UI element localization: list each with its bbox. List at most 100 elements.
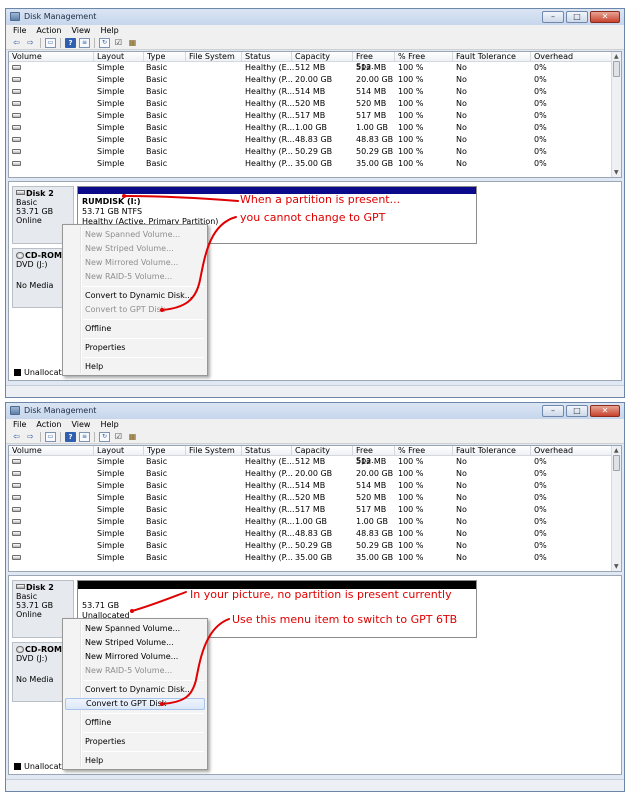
- cell-layout: Simple: [97, 481, 125, 490]
- minimize-button[interactable]: –: [542, 11, 564, 23]
- col-overhead[interactable]: Overhead: [531, 52, 613, 62]
- status-bar: [6, 779, 624, 791]
- help-icon[interactable]: ?: [65, 37, 76, 48]
- forward-arrow-icon[interactable]: ⇨: [25, 38, 36, 48]
- properties-list-icon[interactable]: ≡: [79, 37, 90, 48]
- col-status[interactable]: Status: [242, 52, 292, 62]
- cell-fault: No: [456, 159, 467, 168]
- volume-list: Volume Layout Type File System Status Ca…: [8, 445, 622, 572]
- menu-item-new-mirrored-volume[interactable]: New Mirrored Volume...: [65, 651, 205, 663]
- menu-item-properties[interactable]: Properties: [65, 736, 205, 748]
- col-overhead[interactable]: Overhead: [531, 446, 613, 456]
- refresh-icon[interactable]: ↻: [99, 431, 110, 442]
- window-title: Disk Management: [24, 406, 97, 415]
- menu-view[interactable]: View: [71, 419, 90, 430]
- menu-item-convert-to-dynamic[interactable]: Convert to Dynamic Disk...: [65, 290, 205, 302]
- volume-list-scrollbar[interactable]: ▲ ▼: [611, 52, 621, 177]
- maximize-button[interactable]: □: [566, 11, 588, 23]
- col-volume[interactable]: Volume: [9, 52, 94, 62]
- settings-grid-icon[interactable]: ▦: [127, 38, 138, 48]
- menu-item-offline[interactable]: Offline: [65, 323, 205, 335]
- help-icon[interactable]: ?: [65, 431, 76, 442]
- cell-free: 514 MB: [356, 481, 387, 490]
- col-pct-free[interactable]: % Free: [395, 52, 453, 62]
- drive-icon: [12, 65, 21, 70]
- settings-grid-icon[interactable]: ▦: [127, 432, 138, 442]
- cell-capacity: 517 MB: [295, 505, 326, 514]
- console-tree-icon[interactable]: ▭: [45, 37, 56, 48]
- menu-help[interactable]: Help: [100, 25, 118, 36]
- rescan-icon[interactable]: ☑: [113, 432, 124, 442]
- col-fault-tolerance[interactable]: Fault Tolerance: [453, 446, 531, 456]
- volume-list-scrollbar[interactable]: ▲ ▼: [611, 446, 621, 571]
- col-pct-free[interactable]: % Free: [395, 446, 453, 456]
- col-file-system[interactable]: File System: [186, 446, 242, 456]
- menu-action[interactable]: Action: [36, 419, 61, 430]
- menu-item-convert-to-gpt[interactable]: Convert to GPT Disk: [65, 698, 205, 710]
- menu-action[interactable]: Action: [36, 25, 61, 36]
- menu-help[interactable]: Help: [100, 419, 118, 430]
- cell-pct-free: 100 %: [398, 529, 424, 538]
- back-arrow-icon[interactable]: ⇦: [11, 432, 22, 442]
- volume-list-header: Volume Layout Type File System Status Ca…: [9, 52, 613, 71]
- minimize-button[interactable]: –: [542, 405, 564, 417]
- menu-item-convert-to-dynamic[interactable]: Convert to Dynamic Disk...: [65, 684, 205, 696]
- cell-overhead: 0%: [534, 135, 547, 144]
- col-fault-tolerance[interactable]: Fault Tolerance: [453, 52, 531, 62]
- legend-unallocated-swatch: [14, 369, 21, 376]
- menu-item-offline[interactable]: Offline: [65, 717, 205, 729]
- title-bar: Disk Management – □ ✕: [6, 9, 624, 25]
- cell-capacity: 512 MB: [295, 63, 326, 72]
- back-arrow-icon[interactable]: ⇦: [11, 38, 22, 48]
- col-type[interactable]: Type: [144, 446, 186, 456]
- rescan-icon[interactable]: ☑: [113, 38, 124, 48]
- col-layout[interactable]: Layout: [94, 446, 144, 456]
- cell-status: Healthy (R...: [245, 99, 295, 108]
- refresh-icon[interactable]: ↻: [99, 37, 110, 48]
- cell-free: 48.83 GB: [356, 135, 394, 144]
- close-button[interactable]: ✕: [590, 11, 620, 23]
- col-volume[interactable]: Volume: [9, 446, 94, 456]
- cell-status: Healthy (P...: [245, 159, 293, 168]
- cell-type: Basic: [146, 159, 168, 168]
- col-type[interactable]: Type: [144, 52, 186, 62]
- drive-icon: [12, 89, 21, 94]
- menu-item-help[interactable]: Help: [65, 755, 205, 767]
- menu-item-new-striped-volume[interactable]: New Striped Volume...: [65, 637, 205, 649]
- drive-icon: [12, 149, 21, 154]
- menu-view[interactable]: View: [71, 25, 90, 36]
- col-capacity[interactable]: Capacity: [292, 52, 353, 62]
- menu-file[interactable]: File: [13, 25, 26, 36]
- cell-capacity: 514 MB: [295, 481, 326, 490]
- col-layout[interactable]: Layout: [94, 52, 144, 62]
- col-file-system[interactable]: File System: [186, 52, 242, 62]
- col-free-space[interactable]: Free Spa...: [353, 52, 395, 71]
- properties-list-icon[interactable]: ≡: [79, 431, 90, 442]
- maximize-button[interactable]: □: [566, 405, 588, 417]
- cell-overhead: 0%: [534, 529, 547, 538]
- cell-layout: Simple: [97, 517, 125, 526]
- cell-free: 48.83 GB: [356, 529, 394, 538]
- cell-fault: No: [456, 541, 467, 550]
- close-button[interactable]: ✕: [590, 405, 620, 417]
- forward-arrow-icon[interactable]: ⇨: [25, 432, 36, 442]
- menu-item-new-striped-volume: New Striped Volume...: [85, 244, 174, 253]
- disk-type: Basic: [16, 198, 38, 207]
- disk-name: Disk 2: [26, 583, 54, 592]
- menu-file[interactable]: File: [13, 419, 26, 430]
- cell-layout: Simple: [97, 99, 125, 108]
- cell-fault: No: [456, 99, 467, 108]
- col-free-space[interactable]: Free Spa...: [353, 446, 395, 465]
- annotation-no-partition: In your picture, no partition is present…: [190, 588, 452, 601]
- cell-layout: Simple: [97, 457, 125, 466]
- col-status[interactable]: Status: [242, 446, 292, 456]
- menu-item-new-spanned-volume[interactable]: New Spanned Volume...: [65, 623, 205, 635]
- col-capacity[interactable]: Capacity: [292, 446, 353, 456]
- console-tree-icon[interactable]: ▭: [45, 431, 56, 442]
- menu-item-properties[interactable]: Properties: [65, 342, 205, 354]
- menu-item-help[interactable]: Help: [65, 361, 205, 373]
- toolbar: ⇦ ⇨ ▭ ? ≡ ↻ ☑ ▦: [6, 430, 624, 444]
- cell-fault: No: [456, 63, 467, 72]
- cell-status: Healthy (E...: [245, 63, 295, 72]
- cell-pct-free: 100 %: [398, 111, 424, 120]
